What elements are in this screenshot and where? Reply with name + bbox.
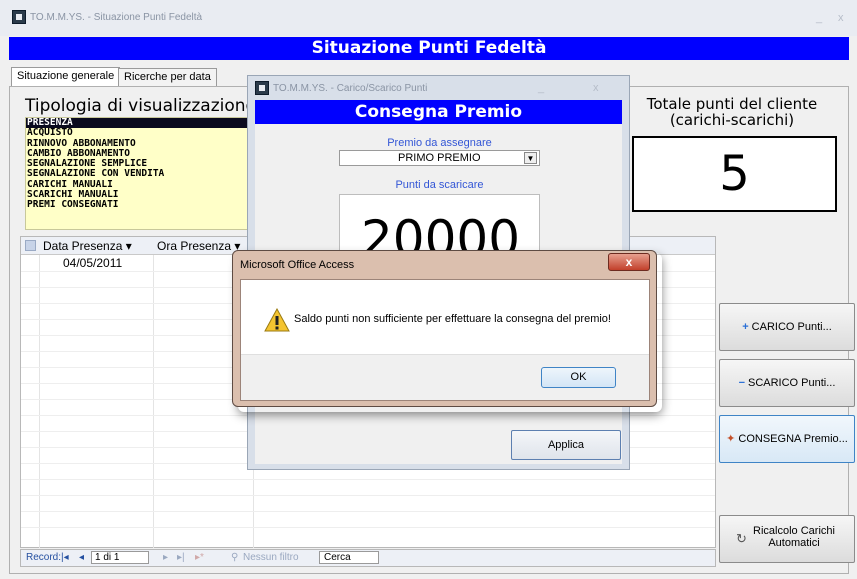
message-box: Microsoft Office Access x Saldo punti no… (232, 250, 657, 407)
app-logo-icon (12, 10, 26, 24)
carico-punti-button[interactable]: + CARICO Punti... (719, 303, 855, 351)
applica-button[interactable]: Applica (511, 430, 621, 460)
tipologia-label: Tipologia di visualizzazione d (25, 96, 273, 116)
tab-situazione-generale[interactable]: Situazione generale (11, 67, 121, 86)
totale-value: 5 (632, 136, 837, 212)
scarico-punti-button[interactable]: − SCARICO Punti... (719, 359, 855, 407)
warning-icon (264, 308, 290, 332)
next-record-button[interactable]: ▸ (163, 552, 168, 563)
message-box-title: Microsoft Office Access (240, 259, 355, 271)
dialog-title: TO.M.M.YS. - Carico/Scarico Punti (273, 83, 428, 94)
list-item[interactable]: RINNOVO ABBONAMENTO (26, 139, 264, 149)
list-item[interactable]: ACQUISTO (26, 128, 264, 138)
minimize-button[interactable]: _ (816, 12, 822, 24)
search-input[interactable]: Cerca (319, 551, 379, 564)
select-all-icon[interactable] (25, 240, 36, 251)
message-box-close-button[interactable]: x (608, 253, 650, 271)
list-item[interactable]: CAMBIO ABBONAMENTO (26, 149, 264, 159)
totale-label-line1: Totale punti del cliente (646, 95, 818, 113)
last-record-button[interactable]: ▸| (177, 552, 185, 563)
record-label: Record: (26, 552, 62, 563)
message-box-body: Saldo punti non sufficiente per effettua… (240, 279, 650, 401)
list-item[interactable]: SCARICHI MANUALI (26, 190, 264, 200)
totale-label-line2: (carichi-scarichi) (669, 111, 795, 129)
main-window-title: TO.M.M.YS. - Situazione Punti Fedeltà (30, 12, 203, 23)
dialog-banner: Consegna Premio (255, 100, 622, 124)
dialog-app-logo-icon (255, 81, 269, 95)
record-navigation: Record: |◂ ◂ 1 di 1 ▸ ▸| ▸* ⚲ Nessun fil… (20, 549, 716, 567)
list-item[interactable]: CARICHI MANUALI (26, 180, 264, 190)
main-titlebar: TO.M.M.YS. - Situazione Punti Fedeltà _ … (0, 0, 857, 36)
premio-label: Premio da assegnare (387, 137, 492, 149)
dialog-minimize-button[interactable]: _ (538, 82, 544, 94)
filter-icon: ⚲ (231, 552, 239, 563)
list-item[interactable]: SEGNALAZIONE CON VENDITA (26, 169, 264, 179)
filter-status[interactable]: Nessun filtro (243, 552, 299, 563)
cell-data-presenza[interactable]: 04/05/2011 (63, 256, 122, 270)
prev-record-button[interactable]: ◂ (79, 552, 84, 563)
list-item[interactable]: PRESENZA (26, 118, 264, 129)
consegna-premio-button[interactable]: ✦ CONSEGNA Premio... (719, 415, 855, 463)
tab-ricerche-per-data[interactable]: Ricerche per data (118, 68, 217, 87)
message-box-footer: OK (241, 354, 649, 400)
chevron-down-icon[interactable]: ▼ (524, 152, 537, 164)
ok-button[interactable]: OK (541, 367, 616, 388)
column-header-data-presenza[interactable]: Data Presenza ▾ (43, 239, 132, 253)
premio-select[interactable]: PRIMO PREMIO ▼ (339, 150, 540, 166)
tipologia-listbox[interactable]: PRESENZA ACQUISTO RINNOVO ABBONAMENTO CA… (25, 117, 265, 230)
close-button[interactable]: x (838, 12, 844, 24)
dialog-close-button[interactable]: x (593, 82, 599, 94)
record-position-input[interactable]: 1 di 1 (91, 551, 149, 564)
minus-icon: − (738, 377, 745, 389)
list-item[interactable]: PREMI CONSEGNATI (26, 200, 264, 210)
refresh-icon: ↻ (736, 531, 747, 546)
column-header-ora-presenza[interactable]: Ora Presenza ▾ (157, 239, 240, 253)
list-item[interactable]: SEGNALAZIONE SEMPLICE (26, 159, 264, 169)
gift-icon: ✦ (726, 433, 736, 445)
totale-label: Totale punti del cliente (carichi-scaric… (632, 96, 832, 128)
punti-label: Punti da scaricare (395, 179, 484, 191)
message-text: Saldo punti non sufficiente per effettua… (294, 313, 611, 325)
ricalcolo-button[interactable]: ↻ Ricalcolo Carichi Automatici (719, 515, 855, 563)
first-record-button[interactable]: |◂ (61, 552, 69, 563)
plus-icon: + (742, 321, 749, 333)
premio-selected-value: PRIMO PREMIO (398, 152, 481, 164)
new-record-button[interactable]: ▸* (195, 552, 204, 563)
page-banner: Situazione Punti Fedeltà (9, 37, 849, 60)
